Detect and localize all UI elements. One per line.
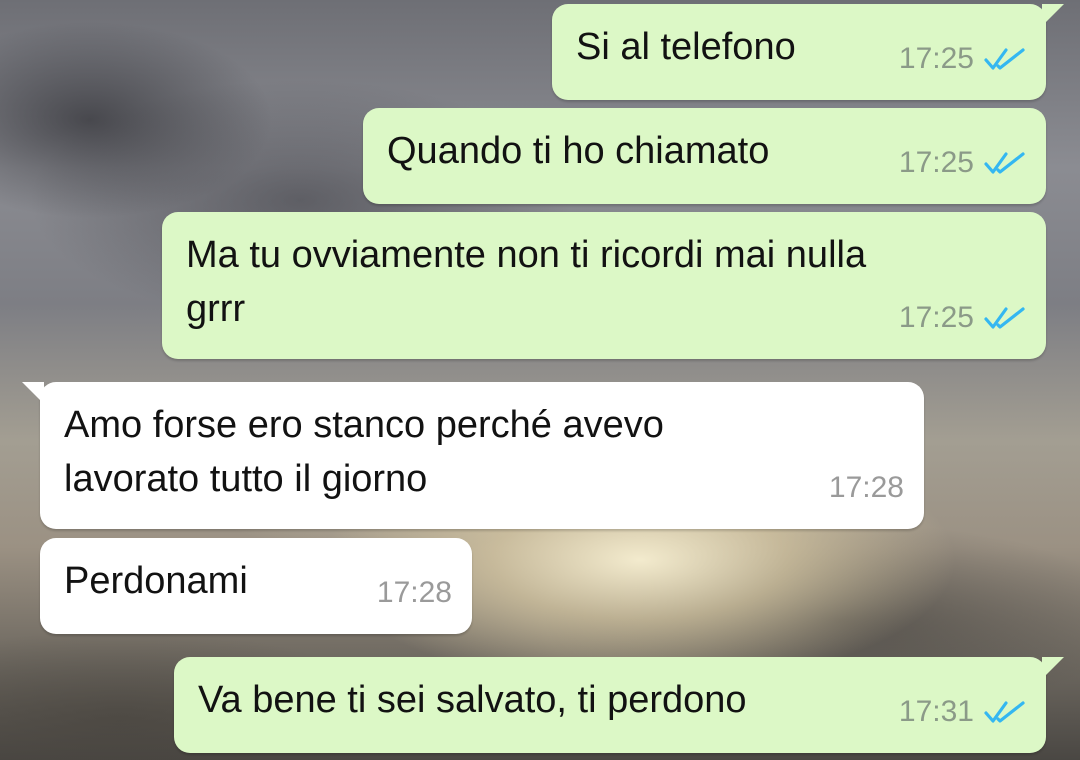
- message-meta: 17:28: [377, 566, 452, 620]
- message-time: 17:28: [828, 471, 904, 504]
- message-meta: 17:28: [829, 461, 904, 515]
- message-bubble-incoming[interactable]: Perdonami 17:28: [40, 538, 472, 634]
- message-time: 17:31: [898, 695, 974, 728]
- message-bubble-outgoing[interactable]: Quando ti ho chiamato 17:25: [363, 108, 1046, 204]
- message-bubble-outgoing[interactable]: Si al telefono 17:25: [552, 4, 1064, 100]
- message-meta: 17:25: [899, 291, 1026, 345]
- double-check-icon: [984, 701, 1025, 723]
- double-check-icon: [984, 48, 1025, 70]
- double-check-icon: [984, 307, 1025, 329]
- message-bubble-outgoing[interactable]: Ma tu ovviamente non ti ricordi mai null…: [162, 212, 1046, 359]
- bubble-tail: [1042, 4, 1064, 26]
- message-time: 17:25: [898, 42, 974, 75]
- chat-thread: Si al telefono 17:25 Quando ti ho chiama…: [0, 0, 1080, 760]
- message-bubble-incoming[interactable]: Amo forse ero stanco perché avevo lavora…: [22, 382, 924, 529]
- message-meta: 17:25: [899, 136, 1026, 190]
- message-time: 17:25: [898, 301, 974, 334]
- message-text: Va bene ti sei salvato, ti perdono: [198, 679, 747, 721]
- message-text: Perdonami: [64, 560, 248, 602]
- message-meta: 17:25: [899, 32, 1026, 86]
- message-bubble-outgoing[interactable]: Va bene ti sei salvato, ti perdono 17:31: [174, 657, 1064, 753]
- message-time: 17:25: [898, 146, 974, 179]
- message-text: Si al telefono: [576, 26, 796, 68]
- bubble-tail: [22, 382, 44, 404]
- message-meta: 17:31: [899, 685, 1026, 739]
- bubble-tail: [1042, 657, 1064, 679]
- message-text: Ma tu ovviamente non ti ricordi mai null…: [186, 234, 867, 330]
- message-text: Quando ti ho chiamato: [387, 130, 770, 172]
- double-check-icon: [984, 152, 1025, 174]
- message-text: Amo forse ero stanco perché avevo lavora…: [64, 404, 664, 500]
- message-time: 17:28: [376, 576, 452, 609]
